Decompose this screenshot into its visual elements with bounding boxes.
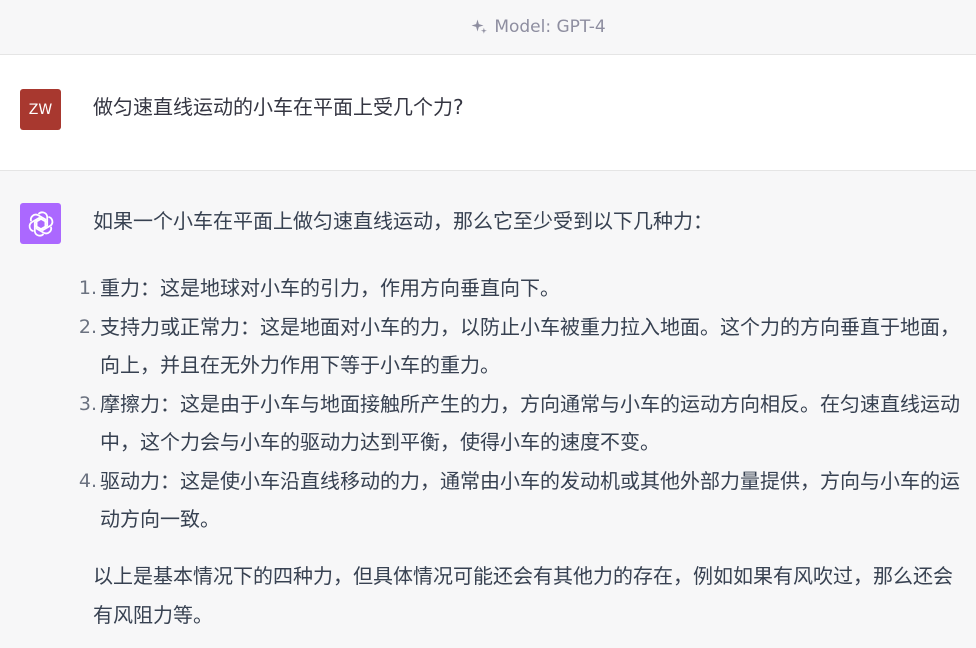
model-label-text: Model: GPT-4 xyxy=(494,17,606,37)
sparkle-icon xyxy=(470,18,488,36)
answer-intro: 如果一个小车在平面上做匀速直线运动，那么它至少受到以下几种力： xyxy=(93,209,713,233)
list-item: 3. 摩擦力：这是由于小车与地面接触所产生的力，方向通常与小车的运动方向相反。在… xyxy=(70,385,970,462)
user-message-text: 做匀速直线运动的小车在平面上受几个力? xyxy=(93,95,464,119)
list-item-number: 3. xyxy=(78,392,97,415)
list-item-number: 2. xyxy=(78,315,97,338)
list-item: 4. 驱动力：这是使小车沿直线移动的力，通常由小车的发动机或其他外部力量提供，方… xyxy=(70,462,970,539)
list-item-number: 1. xyxy=(78,277,97,299)
list-item-text: 摩擦力：这是由于小车与地面接触所产生的力，方向通常与小车的运动方向相反。在匀速直… xyxy=(100,391,960,455)
list-item-text: 支持力或正常力：这是地面对小车的力，以防止小车被重力拉入地面。这个力的方向垂直于… xyxy=(100,314,960,378)
model-label[interactable]: Model: GPT-4 xyxy=(470,17,606,37)
list-item: 1. 重力：这是地球对小车的引力，作用方向垂直向下。 xyxy=(70,269,970,308)
list-item: 2. 支持力或正常力：这是地面对小车的力，以防止小车被重力拉入地面。这个力的方向… xyxy=(70,308,970,385)
avatar-initials: ZW xyxy=(28,101,53,118)
user-message: ZW 做匀速直线运动的小车在平面上受几个力? xyxy=(0,55,976,171)
list-item-text: 驱动力：这是使小车沿直线移动的力，通常由小车的发动机或其他外部力量提供，方向与小… xyxy=(100,468,960,532)
openai-logo-icon xyxy=(20,203,61,244)
answer-list: 1. 重力：这是地球对小车的引力，作用方向垂直向下。 2. 支持力或正常力：这是… xyxy=(70,269,970,539)
list-item-text: 重力：这是地球对小车的引力，作用方向垂直向下。 xyxy=(100,276,560,300)
assistant-message: 如果一个小车在平面上做匀速直线运动，那么它至少受到以下几种力： 1. 重力：这是… xyxy=(0,171,976,648)
avatar: ZW xyxy=(20,89,61,130)
top-bar: Model: GPT-4 xyxy=(0,0,976,55)
list-item-number: 4. xyxy=(78,469,97,492)
answer-outro: 以上是基本情况下的四种力，但具体情况可能还会有其他力的存在，例如如果有风吹过，那… xyxy=(93,564,953,627)
